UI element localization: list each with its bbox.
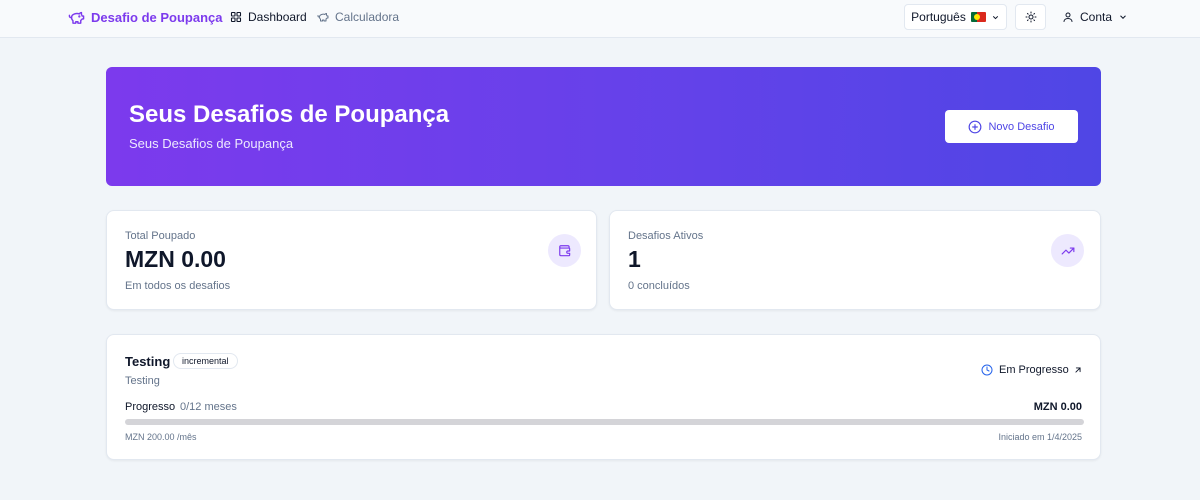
stat-label: Desafios Ativos	[628, 230, 704, 242]
stat-card-total-saved: Total Poupado MZN 0.00 Em todos os desaf…	[106, 210, 597, 310]
stat-icon-badge	[548, 234, 581, 267]
portugal-flag-icon	[970, 12, 986, 22]
trending-up-icon	[1061, 247, 1074, 254]
theme-toggle-button[interactable]	[1015, 4, 1046, 30]
user-icon	[1063, 12, 1073, 22]
chevron-down-icon	[992, 15, 998, 19]
sun-icon	[1025, 11, 1036, 23]
nav-calculadora[interactable]: Calculadora	[317, 10, 399, 24]
challenge-card[interactable]: Testing incremental Testing Em Progresso…	[106, 334, 1101, 460]
chevron-down-icon	[1120, 15, 1126, 19]
nav-dashboard[interactable]: Dashboard	[230, 10, 307, 24]
challenge-type-badge: incremental	[173, 353, 238, 369]
challenge-name: Testing	[125, 354, 171, 369]
start-date: Iniciado em 1/4/2025	[998, 432, 1082, 442]
challenge-status: Em Progresso	[981, 364, 1069, 376]
account-label: Conta	[1080, 10, 1113, 24]
language-select[interactable]: Português	[904, 4, 1007, 30]
clock-icon	[981, 364, 993, 376]
nav-dashboard-label: Dashboard	[248, 10, 307, 24]
brand-link[interactable]: Desafio de Poupança	[68, 9, 222, 26]
progress-bar	[125, 419, 1084, 425]
stat-card-active-challenges: Desafios Ativos 1 0 concluídos	[609, 210, 1101, 310]
arrow-up-right-icon[interactable]	[1073, 365, 1083, 375]
monthly-rate: MZN 200.00 /mês	[125, 432, 197, 442]
challenge-status-label: Em Progresso	[999, 364, 1069, 376]
language-label: Português	[911, 10, 966, 24]
plus-circle-icon	[969, 120, 982, 133]
progress-count: 0/12 meses	[180, 401, 237, 413]
saved-amount: MZN 0.00	[1033, 401, 1082, 413]
stat-label: Total Poupado	[125, 230, 196, 242]
account-menu[interactable]: Conta	[1062, 10, 1128, 24]
new-challenge-button[interactable]: Novo Desafio	[945, 110, 1078, 143]
wallet-icon	[558, 244, 570, 256]
brand-name: Desafio de Poupança	[91, 10, 223, 25]
grid-icon	[230, 11, 242, 23]
page-title: Seus Desafios de Poupança	[129, 101, 450, 128]
stat-value: 1	[628, 246, 641, 272]
stat-footnote: 0 concluídos	[628, 280, 690, 292]
page-subtitle: Seus Desafios de Poupança	[129, 136, 294, 151]
top-navbar: Desafio de Poupança Dashboard Calculador…	[0, 0, 1200, 38]
stat-icon-badge	[1051, 234, 1084, 267]
piggy-bank-icon	[317, 13, 329, 22]
stat-value: MZN 0.00	[125, 246, 226, 272]
nav-calculadora-label: Calculadora	[335, 10, 400, 24]
progress-label: Progresso	[125, 401, 176, 413]
piggy-bank-icon	[68, 11, 85, 24]
hero-banner: Seus Desafios de Poupança Seus Desafios …	[106, 67, 1101, 186]
challenge-description: Testing	[125, 375, 160, 387]
stat-footnote: Em todos os desafios	[125, 280, 231, 292]
new-challenge-label: Novo Desafio	[988, 120, 1055, 133]
